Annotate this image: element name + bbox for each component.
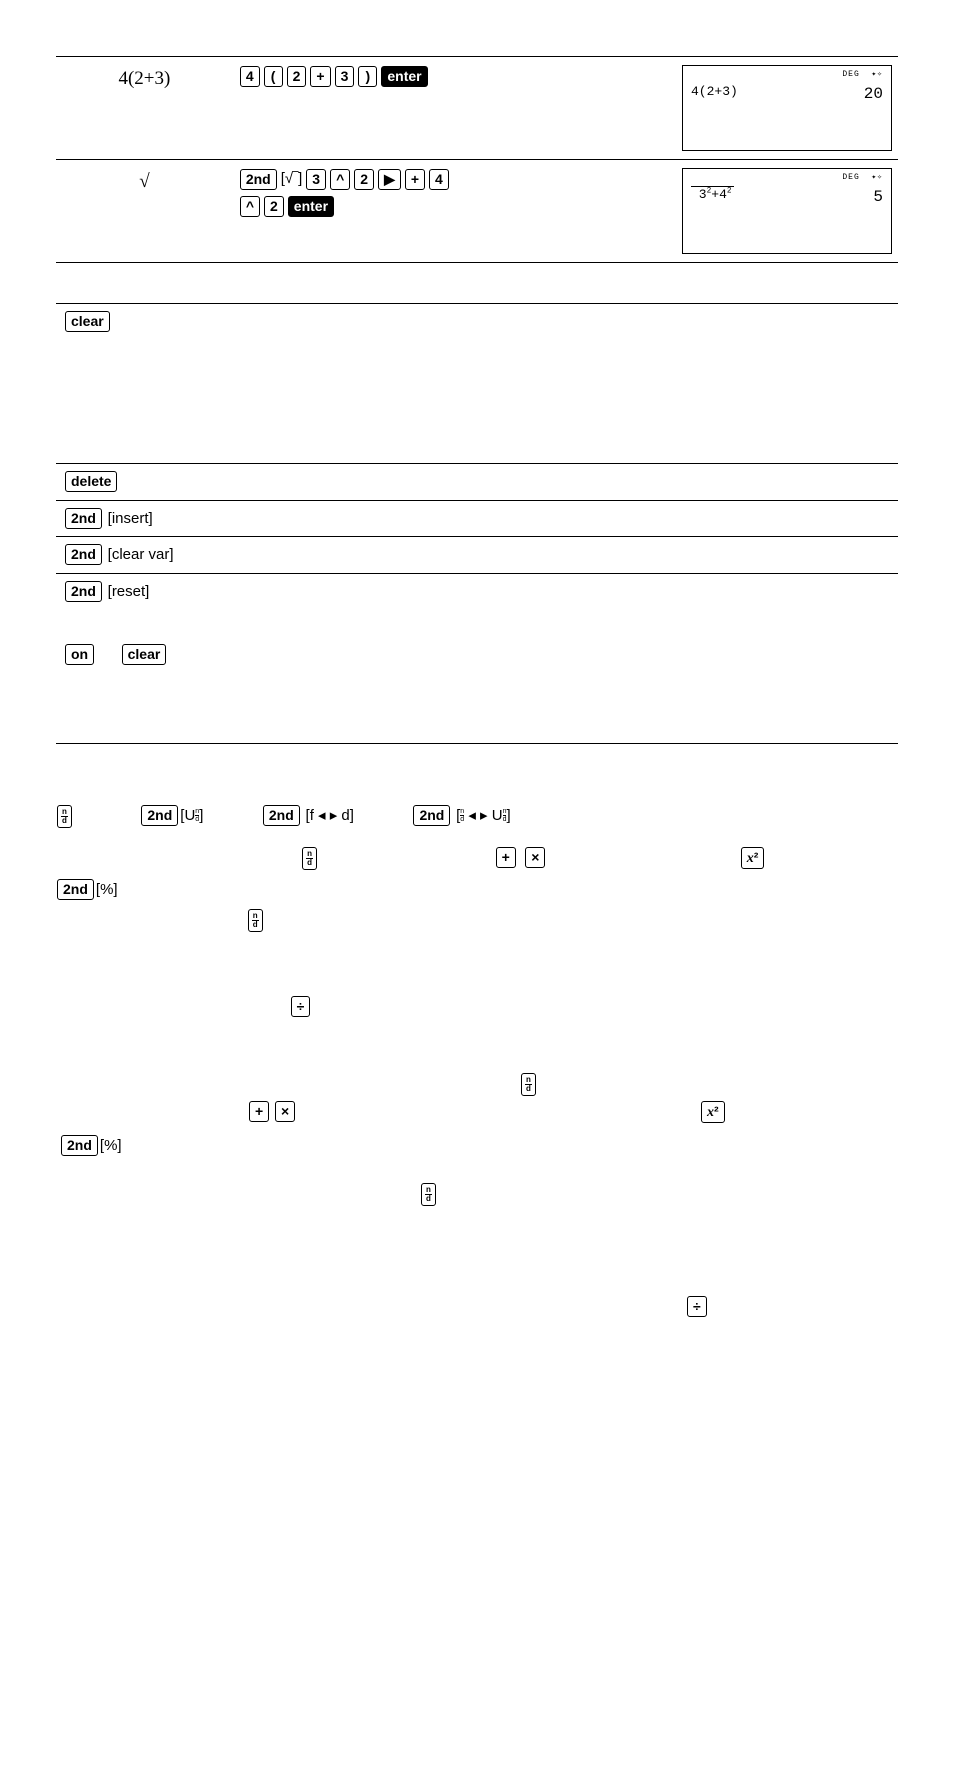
key-3: 3 bbox=[306, 169, 326, 190]
calc-display: DEG ✦✧ 4(2+3) 20 bbox=[682, 65, 892, 151]
key-2: 2 bbox=[287, 66, 307, 87]
key-x2: x² bbox=[741, 847, 765, 869]
skey-und: Und bbox=[180, 805, 203, 828]
skey-sqrt: √‾ bbox=[281, 168, 303, 191]
floating-x2: x² bbox=[700, 1100, 726, 1124]
key-on: on bbox=[65, 644, 94, 665]
para3: ). The numerator must be an integer, and… bbox=[56, 972, 898, 1018]
key-delete: delete bbox=[65, 471, 117, 492]
key-2nd: 2nd bbox=[263, 805, 300, 826]
calc-display: DEG ✦✧ 32+42 5 bbox=[682, 168, 892, 254]
example-label: √ bbox=[56, 160, 233, 263]
example-keystrokes: 2nd √‾ 3 ^ 2 ▶+ 4 ^ 2 enter bbox=[233, 160, 587, 263]
key-nd: nd bbox=[57, 805, 72, 828]
key-cell: 2nd clear var bbox=[56, 537, 317, 574]
display-output: 20 bbox=[864, 82, 883, 106]
floating-nd: nd bbox=[520, 1073, 537, 1096]
desc-cell bbox=[317, 304, 898, 464]
key-4: 4 bbox=[429, 169, 449, 190]
key-plus: + bbox=[405, 169, 425, 190]
key-clear: clear bbox=[122, 644, 167, 665]
para1: In the MathPrint™ mode, fractions with n… bbox=[56, 846, 898, 870]
key-clear: clear bbox=[65, 311, 110, 332]
para2: In Classic mode, fractions with nd do no… bbox=[56, 909, 898, 932]
key-3: 3 bbox=[335, 66, 355, 87]
key-2: 2 bbox=[264, 196, 284, 217]
key-lparen: ( bbox=[264, 66, 283, 87]
key-2nd: 2nd bbox=[65, 581, 102, 602]
desc-cell bbox=[317, 500, 898, 537]
key-divide: ÷ bbox=[291, 996, 311, 1017]
desc-cell bbox=[317, 464, 898, 501]
skey-ndund: nd ◂ ▸ Und bbox=[456, 805, 511, 828]
skey-fd: f ◂ ▸ d bbox=[306, 805, 354, 828]
key-enter: enter bbox=[381, 66, 427, 87]
example-keystrokes: 4 ( 2 + 3 ) enter bbox=[233, 57, 587, 160]
floating-nd-2: nd bbox=[420, 1183, 437, 1206]
key-caret: ^ bbox=[330, 169, 350, 190]
key-2: 2 bbox=[354, 169, 374, 190]
key-nd: nd bbox=[302, 847, 317, 870]
fractions-keyrow: nd 2ndUnd 2nd f ◂ ▸ d 2nd nd ◂ ▸ Und bbox=[56, 804, 898, 828]
skey-insert: insert bbox=[108, 508, 153, 531]
key-2nd: 2nd bbox=[240, 169, 277, 190]
key-cell: 2nd insert bbox=[56, 500, 317, 537]
skey-clearvar: clear var bbox=[108, 544, 174, 567]
key-times: × bbox=[525, 847, 545, 868]
key-nd: nd bbox=[248, 909, 263, 932]
key-cell: clear bbox=[56, 304, 317, 464]
skey-reset: reset bbox=[108, 581, 150, 604]
desc-cell bbox=[317, 573, 898, 743]
key-cell: 2nd reset on clear bbox=[56, 573, 317, 743]
examples-table: 4(2+3) 4 ( 2 + 3 ) enter DEG ✦✧ 4(2+3) 2… bbox=[56, 56, 898, 263]
floating-divide: ÷ bbox=[686, 1295, 708, 1319]
display-input: 4(2+3) bbox=[691, 82, 738, 102]
key-right: ▶ bbox=[378, 169, 401, 190]
sqrt-symbol: √ bbox=[139, 171, 149, 192]
key-cell: delete bbox=[56, 464, 317, 501]
display-input: 32+42 bbox=[691, 185, 734, 205]
key-2nd: 2nd bbox=[65, 508, 102, 529]
key-plus: + bbox=[310, 66, 330, 87]
key-2nd: 2nd bbox=[413, 805, 450, 826]
clearing-table: clear delete 2nd insert 2nd clear var 2n… bbox=[56, 303, 898, 744]
fractions-prose: In the MathPrint™ mode, fractions with n… bbox=[56, 846, 898, 1019]
floating-2nd-pct: 2nd% bbox=[60, 1134, 123, 1158]
desc-cell bbox=[317, 537, 898, 574]
key-2nd: 2nd bbox=[57, 879, 94, 900]
key-2nd: 2nd bbox=[65, 544, 102, 565]
skey-pct: % bbox=[96, 879, 118, 902]
key-2nd: 2nd bbox=[141, 805, 178, 826]
key-plus: + bbox=[496, 847, 516, 868]
example-label: 4(2+3) bbox=[56, 57, 233, 160]
key-rparen: ) bbox=[358, 66, 377, 87]
key-caret: ^ bbox=[240, 196, 260, 217]
key-enter: enter bbox=[288, 196, 334, 217]
key-4: 4 bbox=[240, 66, 260, 87]
example-display: DEG ✦✧ 32+42 5 bbox=[586, 160, 898, 263]
display-output: 5 bbox=[873, 185, 883, 209]
floating-ops: + × bbox=[248, 1100, 296, 1124]
example-display: DEG ✦✧ 4(2+3) 20 bbox=[586, 57, 898, 160]
